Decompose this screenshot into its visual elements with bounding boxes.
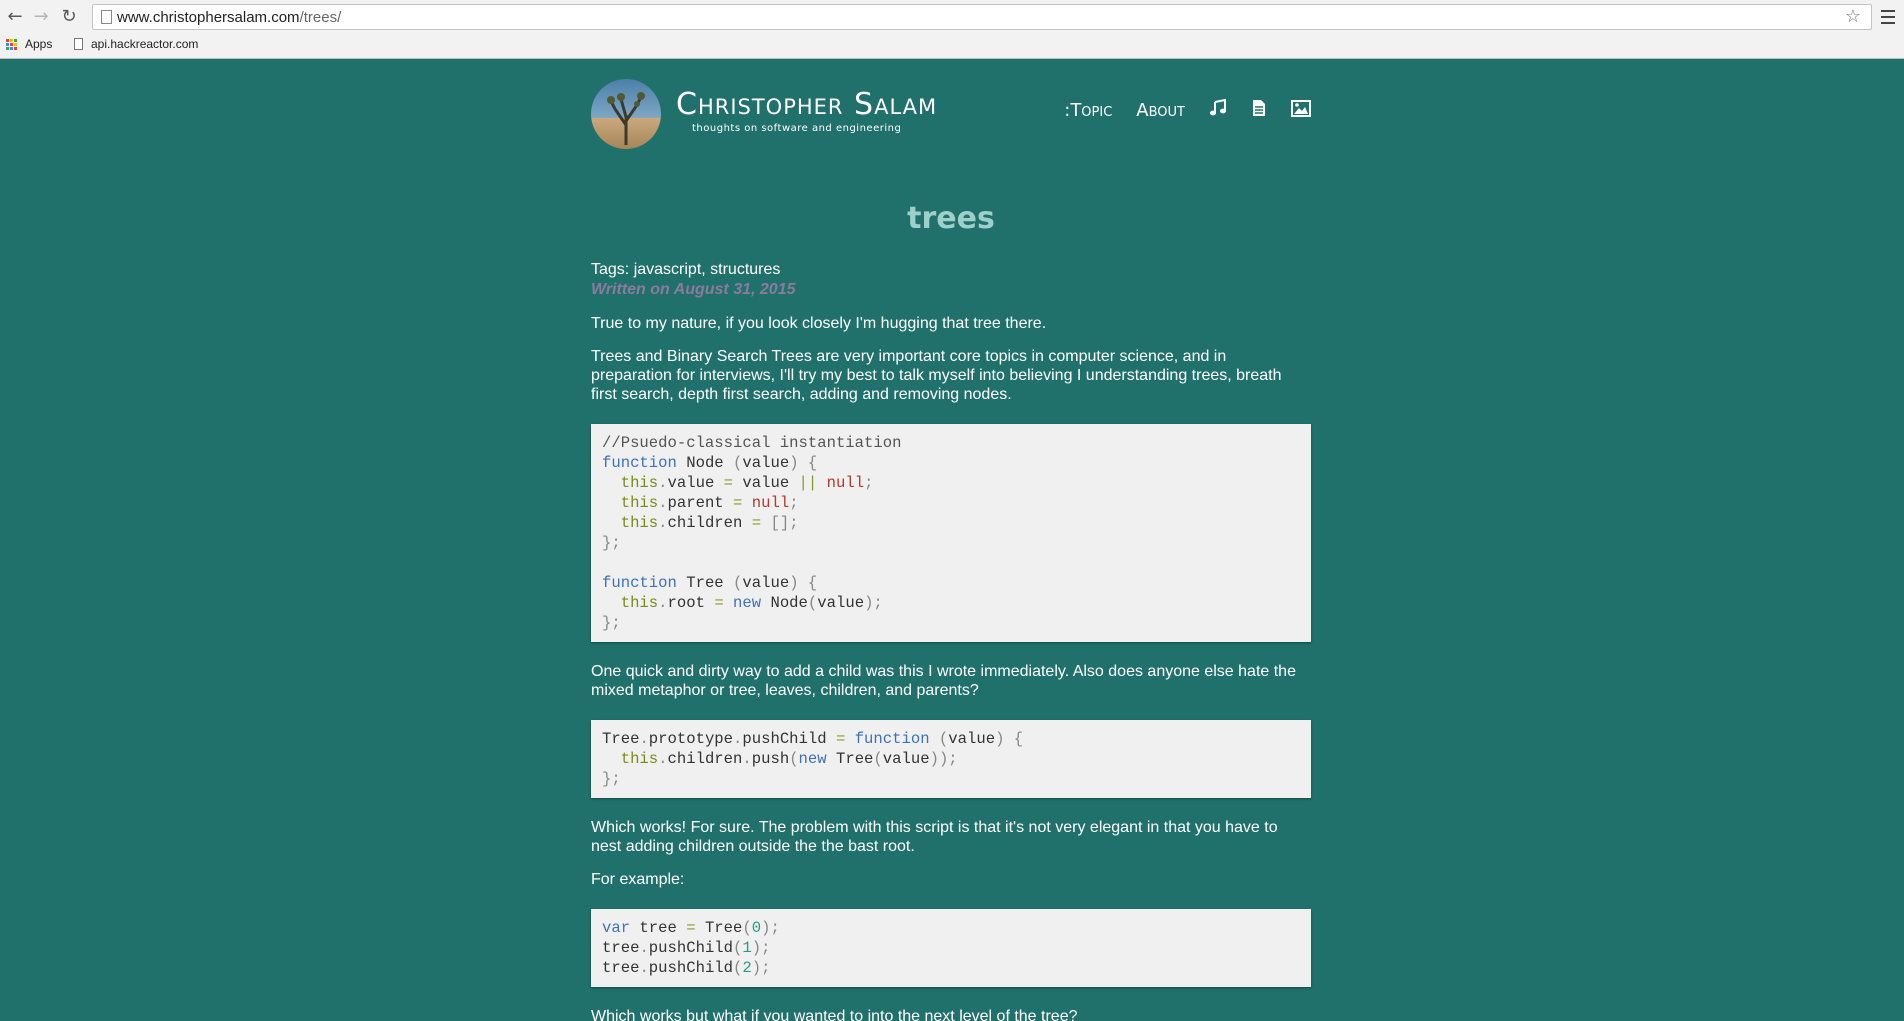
bookmark-page-icon	[74, 38, 83, 50]
paragraph: Which works but what if you wanted to in…	[591, 1008, 1078, 1021]
code-block-push-child: Tree.prototype.pushChild = function (val…	[591, 720, 1311, 798]
document-icon[interactable]	[1251, 99, 1267, 122]
site-tagline: thoughts on software and engineering	[692, 123, 902, 134]
post-title: trees	[907, 201, 995, 236]
page-icon	[101, 10, 112, 24]
bookmark-hackreactor-label: api.hackreactor.com	[91, 37, 199, 51]
bookmark-star-icon[interactable]: ☆	[1845, 6, 1861, 27]
site-header: Christopher Salam thoughts on software a…	[591, 59, 1311, 179]
post-tags: Tags: javascript, structures	[591, 261, 781, 278]
page-content: Christopher Salam thoughts on software a…	[0, 59, 1904, 1021]
joshua-tree-image	[607, 92, 645, 145]
code-block-node-tree: //Psuedo-classical instantiation functio…	[591, 424, 1311, 642]
browser-toolbar: ← → ↻ www.christophersalam.com/trees/ ☆	[0, 0, 1904, 34]
avatar[interactable]	[591, 79, 661, 149]
bookmark-apps[interactable]: Apps	[6, 37, 52, 51]
browser-chrome: ← → ↻ www.christophersalam.com/trees/ ☆ …	[0, 0, 1904, 59]
bookmarks-bar: Apps api.hackreactor.com	[0, 34, 1904, 58]
paragraph: For example:	[591, 871, 685, 888]
site-title[interactable]: Christopher Salam	[676, 87, 937, 122]
paragraph: Trees and Binary Search Trees are very i…	[591, 348, 1282, 403]
nav-topic-link[interactable]: :Topic	[1064, 100, 1112, 121]
paragraph: One quick and dirty way to add a child w…	[591, 663, 1296, 699]
address-bar[interactable]: www.christophersalam.com/trees/ ☆	[92, 4, 1872, 30]
paragraph: Which works! For sure. The problem with …	[591, 819, 1278, 855]
browser-menu-icon[interactable]	[1878, 6, 1898, 28]
post-date: Written on August 31, 2015	[591, 281, 796, 298]
main-nav: :Topic About	[1040, 98, 1311, 122]
apps-grid-icon	[6, 38, 17, 50]
code-block-example: var tree = Tree(0); tree.pushChild(1); t…	[591, 909, 1311, 987]
bookmark-apps-label: Apps	[25, 37, 53, 51]
address-bar-url[interactable]: www.christophersalam.com/trees/	[117, 9, 341, 26]
forward-arrow-icon[interactable]: →	[30, 6, 52, 28]
content-column: Christopher Salam thoughts on software a…	[591, 59, 1311, 1021]
paragraph: True to my nature, if you look closely I…	[591, 315, 1047, 332]
music-icon[interactable]	[1209, 98, 1227, 122]
back-arrow-icon[interactable]: ←	[4, 6, 26, 28]
bookmark-hackreactor[interactable]: api.hackreactor.com	[74, 37, 198, 51]
nav-about-link[interactable]: About	[1136, 100, 1185, 121]
image-icon[interactable]	[1291, 99, 1311, 122]
reload-icon[interactable]: ↻	[58, 6, 80, 28]
